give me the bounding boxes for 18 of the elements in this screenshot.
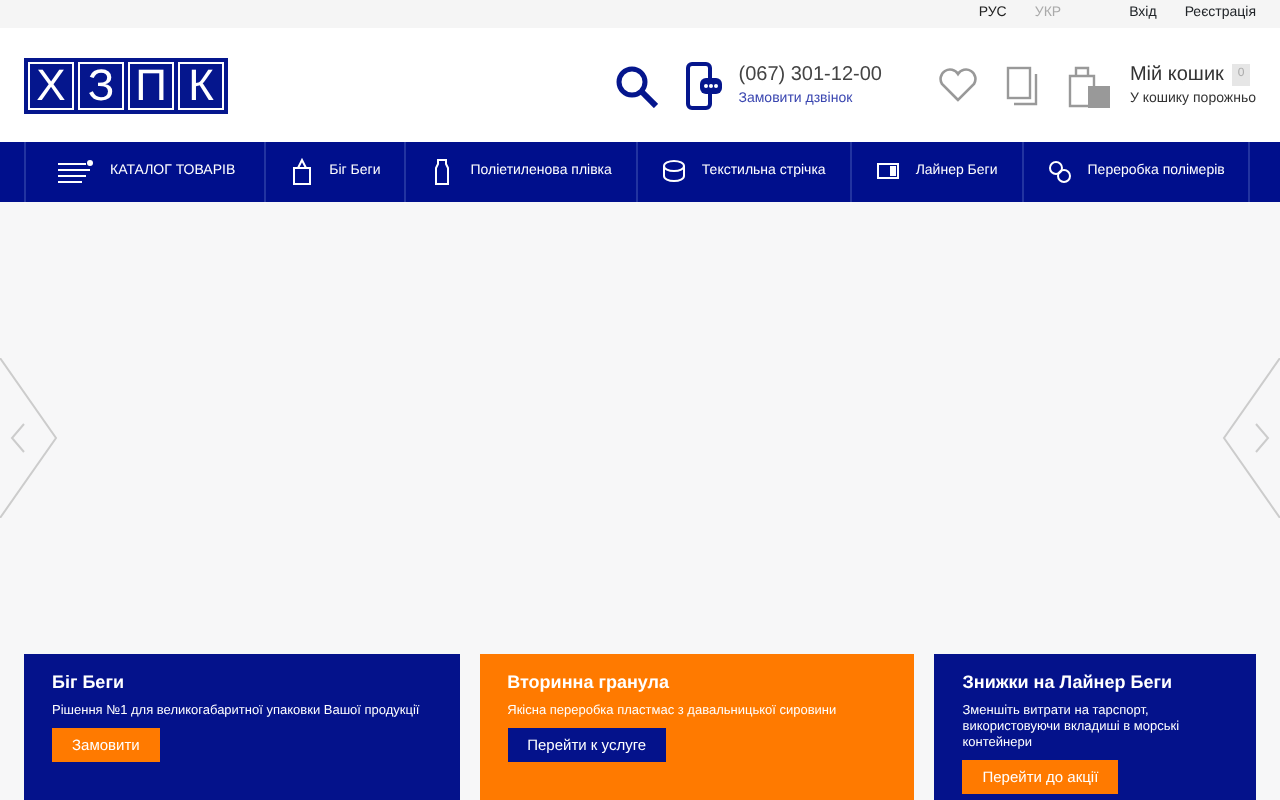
spool-icon — [661, 158, 686, 186]
promo-title: Вторинна гранула — [507, 672, 671, 694]
bottle-icon — [430, 158, 455, 186]
logo[interactable]: Х З П К — [24, 57, 228, 113]
chevron-left-icon — [0, 358, 60, 518]
menu-icon — [58, 158, 94, 186]
promo-title: Знижки на Лайнер Беги — [962, 672, 1174, 694]
chevron-right-icon — [1220, 358, 1280, 518]
bag-icon — [289, 158, 314, 186]
cart-title: Мій кошик — [1129, 61, 1224, 90]
copy-icon — [1005, 65, 1038, 105]
shopping-bag-icon — [1065, 61, 1114, 109]
recycle-icon — [1047, 158, 1072, 186]
search-icon — [614, 63, 659, 107]
phone-chat-icon — [686, 61, 723, 109]
phone-number: (067) 301-12-00 — [738, 61, 882, 90]
heart-icon — [937, 67, 978, 103]
promo-title: Біг Беги — [52, 672, 126, 694]
